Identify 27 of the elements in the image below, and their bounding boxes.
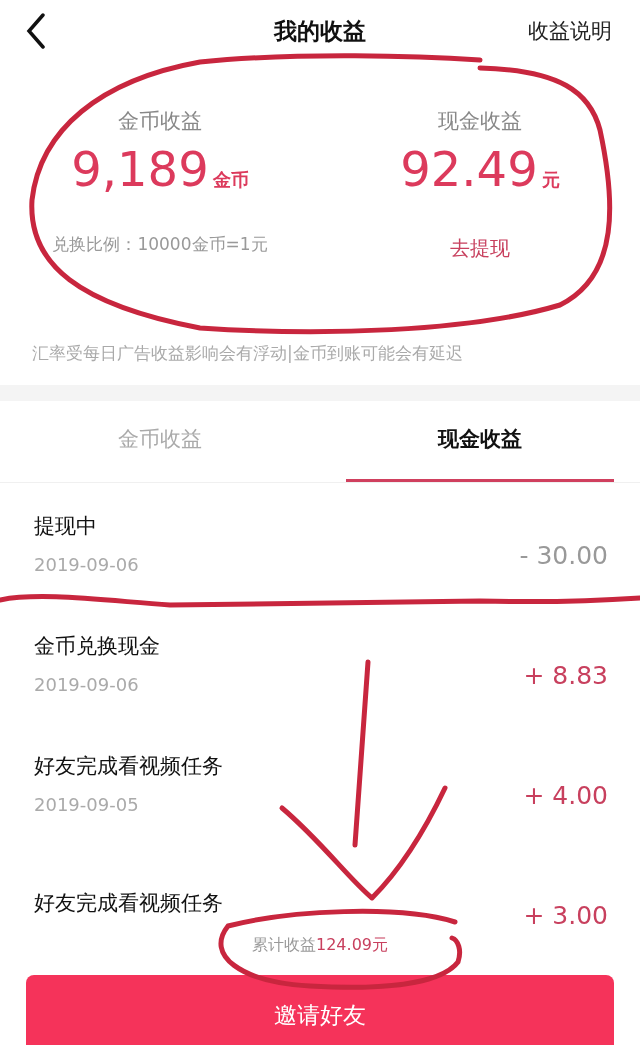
earnings-info-link[interactable]: 收益说明 [528,17,612,45]
record-amount: - 30.00 [519,539,608,570]
total-amount: 124.09元 [316,935,388,954]
exchange-rate-note: 兑换比例：10000金币=1元 [52,233,268,256]
earnings-value: 92.49 [400,141,538,197]
earnings-label: 金币收益 [118,108,202,135]
total-label: 累计收益 [252,935,316,954]
record-date: 2019-09-06 [34,673,140,695]
earnings-value: 9,189 [71,141,209,197]
record-title: 好友完成看视频任务 [34,752,223,780]
record-title: 金币兑换现金 [34,632,160,660]
record-date: 2019-09-05 [34,793,140,815]
record-amount: + 8.83 [523,659,608,690]
unit-label: 金币 [212,168,249,192]
record-title: 提现中 [34,512,98,540]
back-icon[interactable] [26,13,46,49]
invite-friends-button[interactable]: 邀请好友 [26,975,614,1045]
withdraw-link[interactable]: 去提现 [450,235,510,262]
disclaimer-text: 汇率受每日广告收益影响会有浮动|金币到账可能会有延迟 [32,342,464,365]
tab[interactable]: 现金收益 [346,401,614,482]
record-amount: + 3.00 [523,899,608,930]
unit-label: 元 [541,168,560,192]
record-title: 好友完成看视频任务 [34,890,223,917]
page-title: 我的收益 [274,16,366,46]
record-amount: + 4.00 [523,779,608,810]
record-date: 2019-09-06 [34,553,139,575]
earnings-label: 现金收益 [438,108,522,135]
